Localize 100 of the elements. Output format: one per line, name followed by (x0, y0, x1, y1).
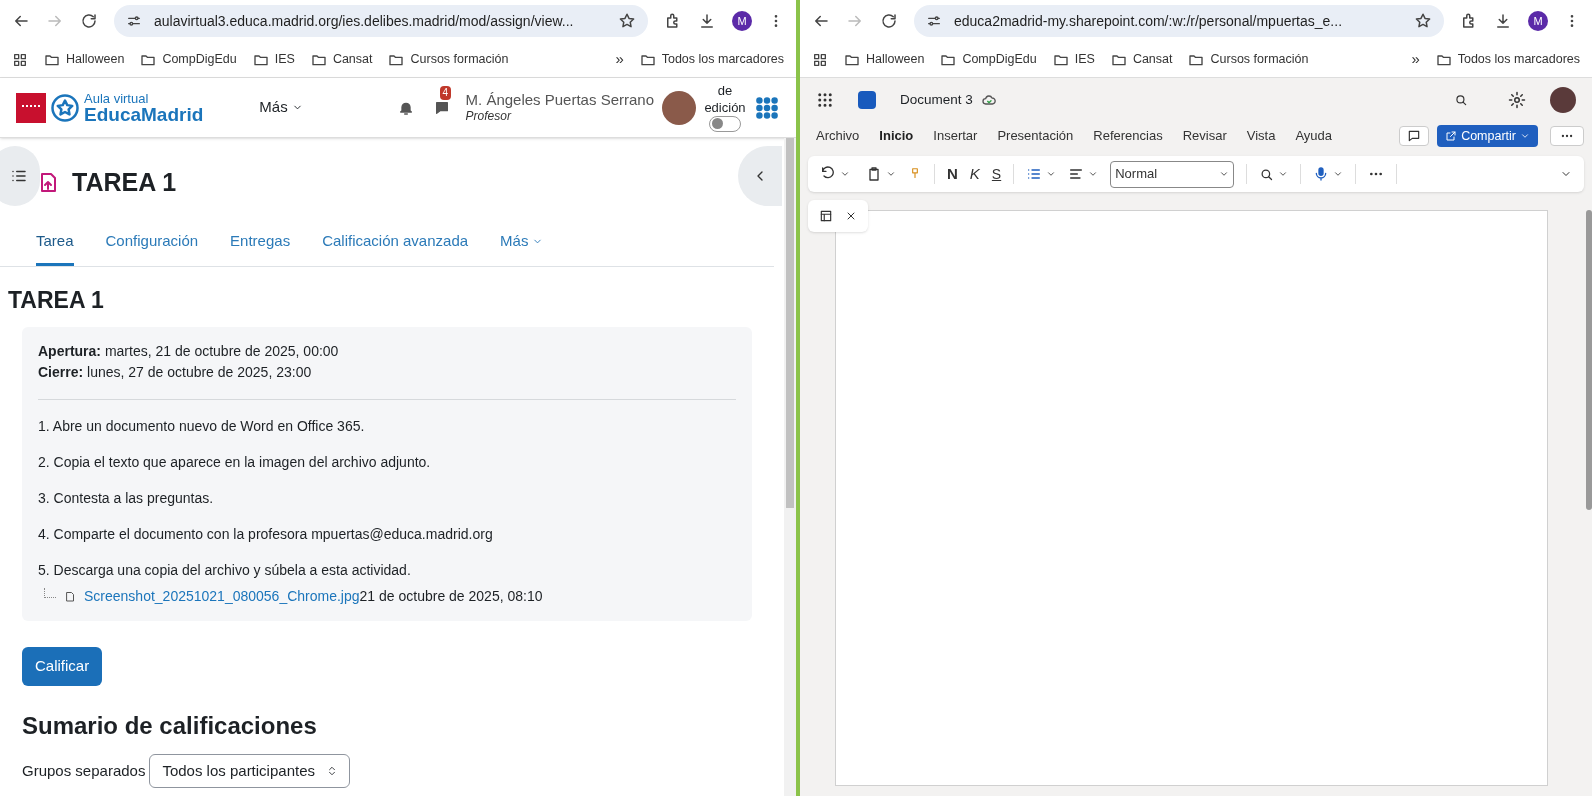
avatar-placeholder (1550, 87, 1576, 113)
bold-button[interactable]: N (947, 162, 958, 186)
user-name: M. Ángeles Puertas Serrano (465, 90, 654, 110)
profile-avatar[interactable]: M (732, 11, 752, 31)
chevron-down-icon[interactable] (1046, 169, 1057, 179)
close-icon[interactable] (845, 210, 857, 222)
message-count-badge: 4 (439, 85, 452, 100)
italic-button[interactable]: K (969, 162, 980, 186)
chevron-down-icon (1219, 169, 1230, 179)
drawer-toggle-button[interactable] (738, 146, 782, 206)
ribbon-tab[interactable]: Presentación (997, 126, 1074, 146)
address-bar[interactable]: educa2madrid-my.sharepoint.com/:w:/r/personal/mpuertas_e... (914, 5, 1444, 37)
logo-title: EducaMadrid (84, 104, 204, 124)
app-launcher-icon[interactable] (816, 91, 834, 109)
bookmark[interactable]: IES (1052, 50, 1095, 69)
tree-line (44, 587, 56, 598)
bookmark[interactable]: Cansat (310, 50, 373, 69)
bookmark[interactable]: IES (252, 50, 295, 69)
attachment-link[interactable]: Screenshot_20251021_080056_Chrome.jpg (84, 586, 360, 607)
flag-logo-icon (16, 92, 46, 123)
avatar-placeholder (662, 90, 696, 125)
style-dropdown[interactable]: Normal (1110, 160, 1235, 188)
chevron-down-icon[interactable] (1333, 169, 1344, 179)
ribbon-tab[interactable]: Referencias (1093, 126, 1163, 146)
section-heading: Sumario de calificaciones (22, 710, 318, 741)
ribbon-tab[interactable]: Inicio (879, 126, 914, 146)
grid-menu-icon[interactable] (754, 94, 780, 121)
download-icon[interactable] (698, 12, 716, 30)
section-heading: TAREA 1 (7, 285, 105, 315)
bullet-list-icon[interactable] (1026, 166, 1043, 182)
url-text: educa2madrid-my.sharepoint.com/:w:/r/personal/mpuertas_e... (954, 11, 1344, 31)
bookmark[interactable]: Cursos formación (388, 50, 509, 69)
document-title[interactable]: Document 3 (900, 89, 973, 111)
logo-caption: Aula virtual (84, 91, 150, 105)
comments-button[interactable] (1399, 126, 1430, 146)
ribbon-tab[interactable]: Ayuda (1295, 126, 1333, 146)
search-icon[interactable] (1454, 93, 1468, 107)
more-menu[interactable]: Más (259, 96, 303, 119)
instruction-text: 4. Comparte el documento con la profesora mpuertas@educa.madrid.org (38, 525, 494, 544)
page-title: TAREA 1 (72, 167, 177, 199)
ribbon-tab[interactable]: Archivo (816, 126, 860, 146)
site-settings-icon (926, 13, 942, 29)
align-icon[interactable] (1068, 166, 1085, 182)
date-line: Apertura: martes, 21 de octubre de 2025, 00:00 (38, 342, 340, 361)
site-settings-icon (126, 13, 142, 29)
share-icon (1445, 130, 1458, 142)
instruction-text: 5. Descarga una copia del archivo y súbela a esta actividad. (38, 561, 412, 580)
reload-icon[interactable] (80, 12, 98, 30)
comment-icon (1407, 129, 1422, 143)
star-logo-icon (50, 92, 80, 123)
clipboard-icon[interactable] (866, 166, 882, 182)
panel-icon[interactable] (819, 209, 833, 223)
apps-icon[interactable] (812, 51, 828, 68)
attachment-date: 21 de octubre de 2025, 08:10 (359, 587, 543, 606)
chat-icon[interactable] (433, 99, 450, 116)
tab[interactable]: Configuración (105, 220, 199, 266)
tab[interactable]: Calificación avanzada (322, 220, 469, 266)
all-bookmarks[interactable]: Todos los marcadores (1435, 50, 1580, 69)
tab[interactable]: Entregas (230, 220, 291, 266)
more-bookmarks-button[interactable]: » (615, 48, 624, 71)
date-line: Cierre: lunes, 27 de octubre de 2025, 23:00 (38, 363, 313, 382)
bookmark[interactable]: Cansat (1110, 50, 1173, 69)
bookmark[interactable]: Cursos formación (1188, 50, 1309, 69)
ribbon-tab[interactable]: Insertar (933, 126, 978, 146)
file-icon (64, 589, 76, 604)
chevron-down-icon[interactable] (886, 169, 896, 179)
share-button[interactable]: Compartir (1437, 125, 1538, 147)
more-bookmarks-button[interactable]: » (1411, 48, 1420, 71)
star-icon[interactable] (618, 12, 636, 30)
reload-icon[interactable] (880, 12, 898, 30)
star-icon[interactable] (1414, 12, 1432, 30)
chevron-down-icon (1520, 131, 1530, 141)
groups-label: Grupos separados (22, 760, 146, 781)
bookmark[interactable]: Halloween (844, 50, 925, 69)
instruction-text: 2. Copia el texto que aparece en la imagen del archivo adjunto. (38, 453, 432, 472)
bookmark[interactable]: CompDigEdu (940, 50, 1037, 69)
chevron-down-icon[interactable] (1278, 169, 1289, 179)
bookmark[interactable]: Halloween (44, 50, 125, 69)
edit-mode-toggle[interactable] (709, 115, 741, 132)
chevron-down-icon[interactable] (1088, 169, 1099, 179)
instruction-text: 1. Abre un documento nuevo de Word en Office 365. (38, 417, 366, 436)
profile-avatar[interactable]: M (1528, 11, 1548, 31)
tab[interactable]: Más (500, 220, 544, 266)
ribbon-tab[interactable]: Vista (1246, 126, 1276, 146)
tab[interactable]: Tarea (36, 220, 74, 266)
edit-mode-label: de edición (703, 83, 747, 116)
bookmark[interactable]: CompDigEdu (140, 50, 237, 69)
ribbon-tab[interactable]: Revisar (1182, 126, 1227, 146)
address-bar[interactable]: aulavirtual3.educa.madrid.org/ies.delibes.madrid/mod/assign/view... (114, 5, 648, 37)
apps-icon[interactable] (12, 51, 28, 68)
chevron-down-icon[interactable] (840, 169, 850, 179)
instruction-text: 3. Contesta a las preguntas. (38, 489, 215, 508)
cloud-saved-icon (980, 92, 997, 108)
url-text: aulavirtual3.educa.madrid.org/ies.delibes.madrid/mod/assign/view... (154, 11, 575, 31)
grade-button[interactable]: Calificar (22, 647, 103, 686)
strikethrough-button[interactable]: S (991, 163, 1002, 185)
all-bookmarks[interactable]: Todos los marcadores (639, 50, 784, 69)
download-icon[interactable] (1494, 12, 1512, 30)
user-role: Profesor (465, 109, 513, 125)
groups-dropdown[interactable]: Todos los participantes (149, 753, 350, 788)
